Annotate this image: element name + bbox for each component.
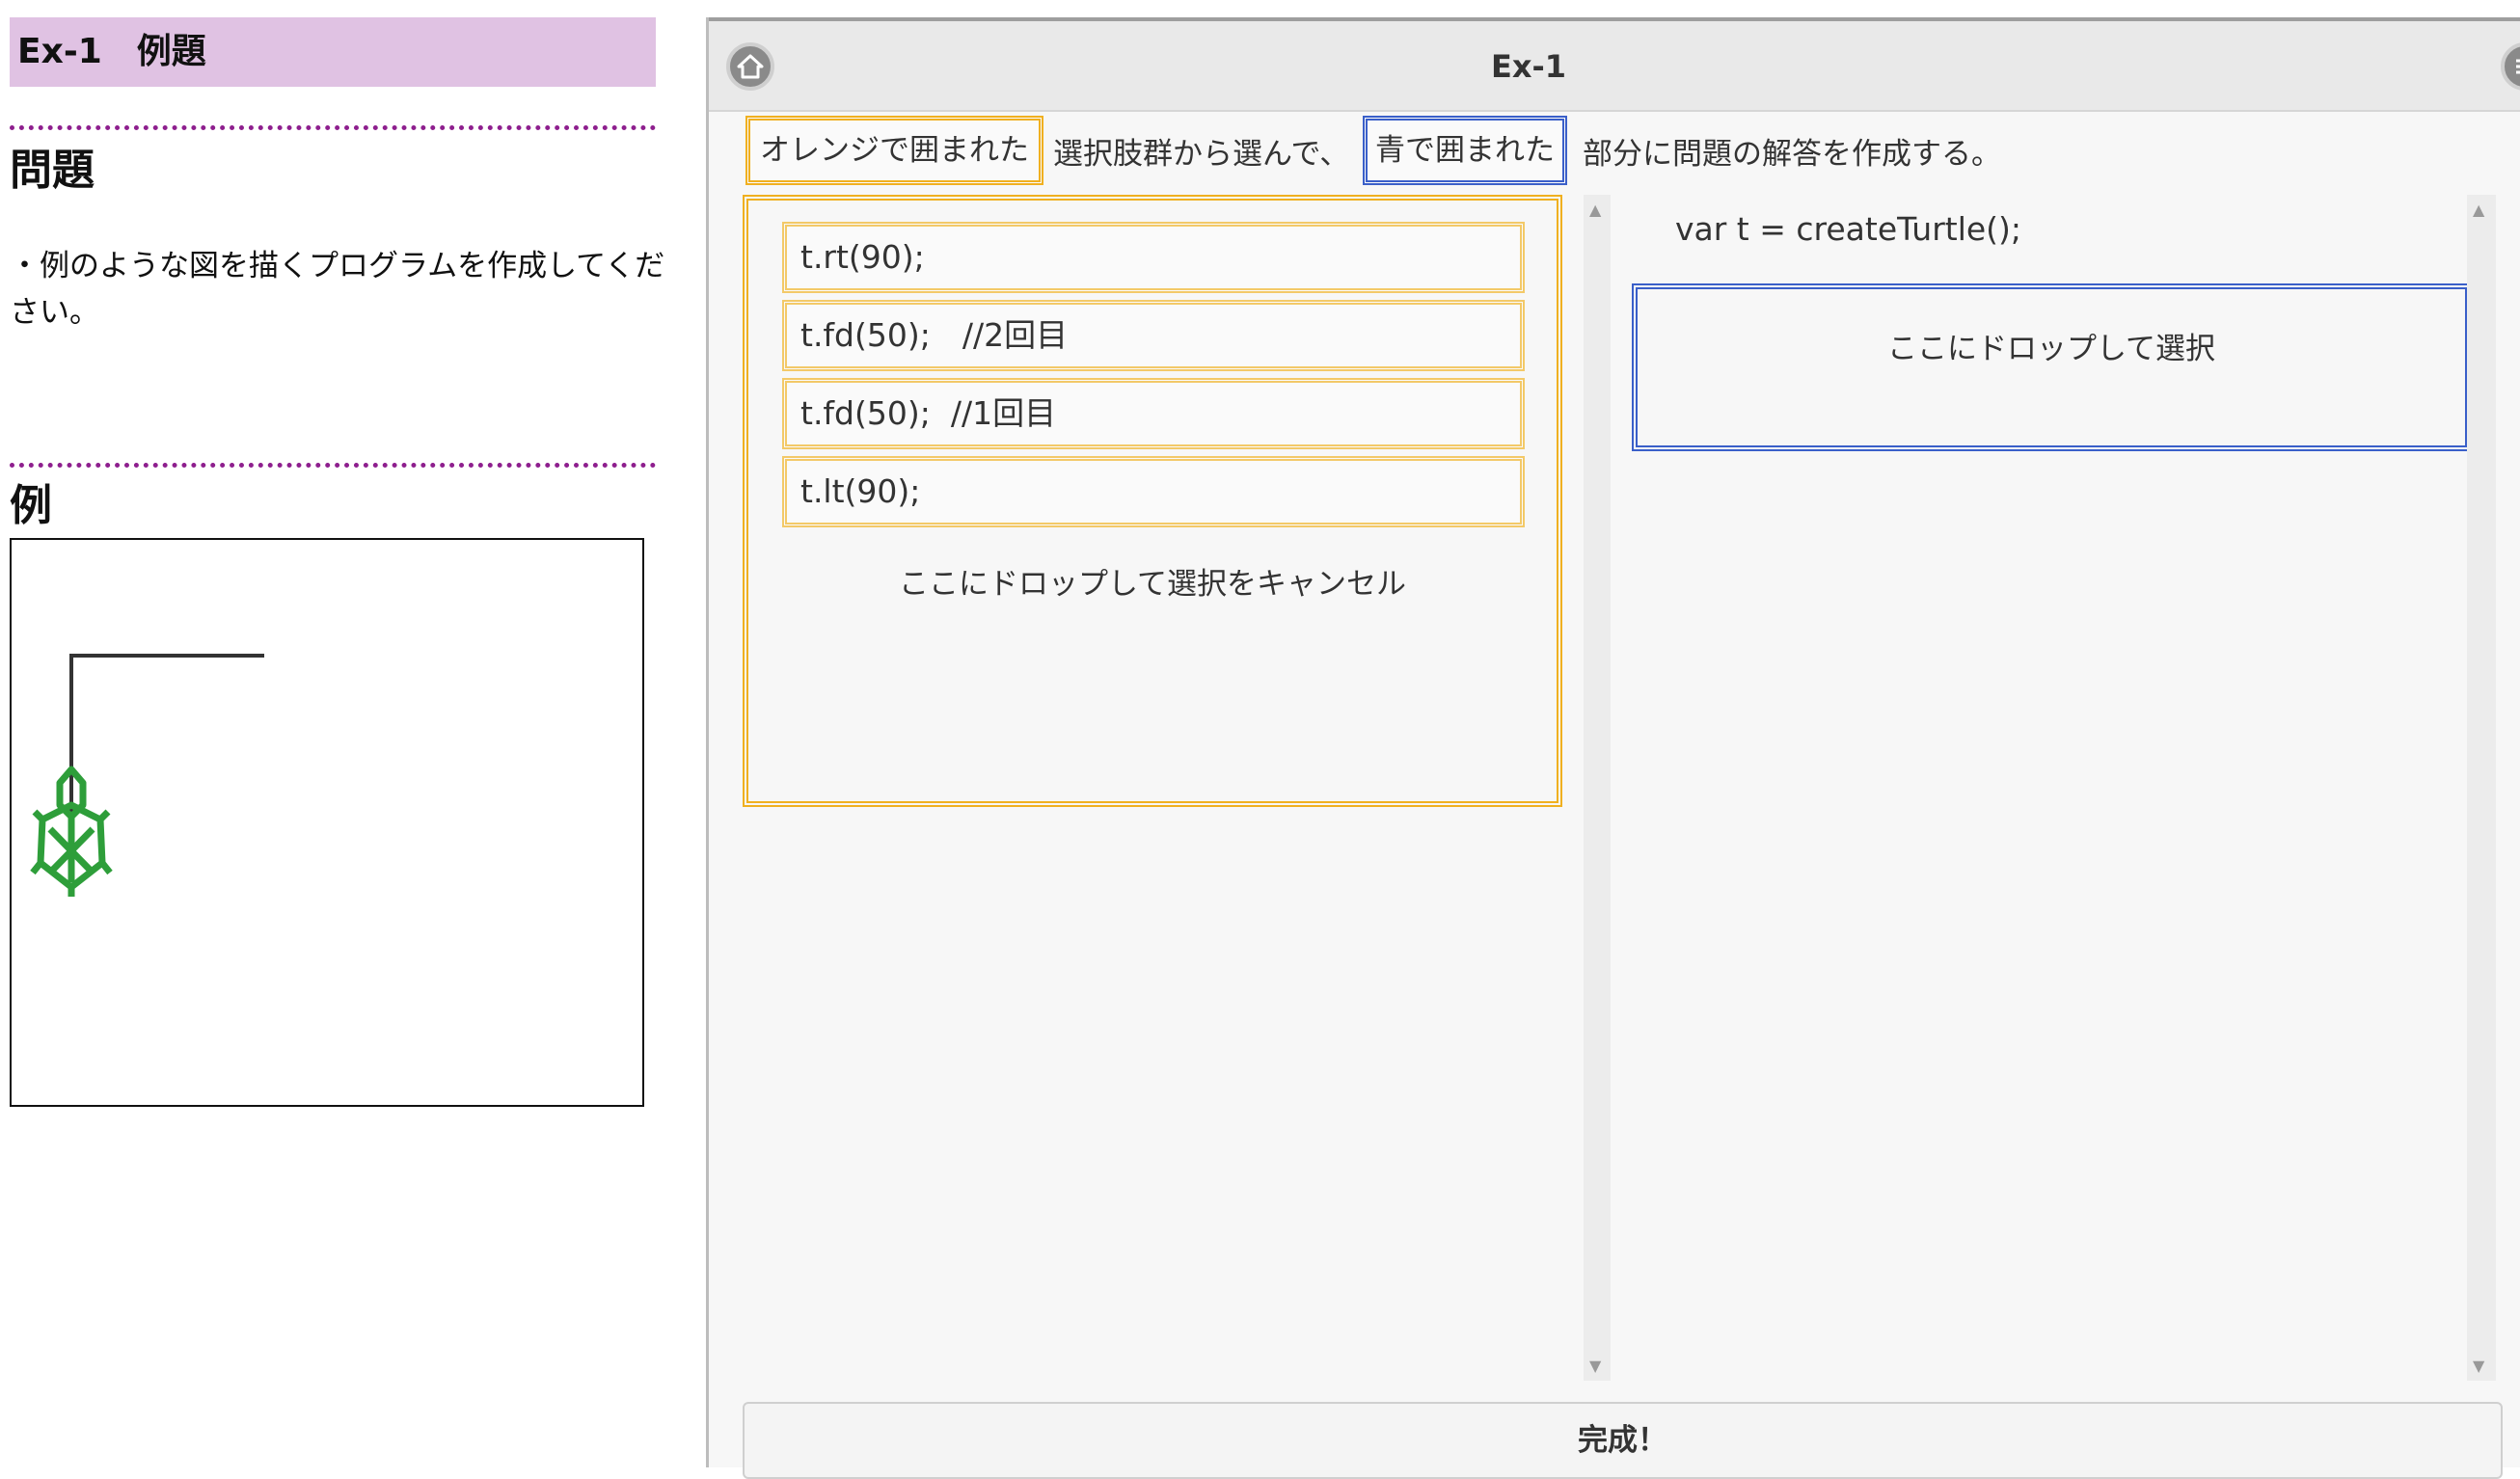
section-divider bbox=[10, 463, 656, 468]
puzzle-app: Ex-1 オレンジで囲まれた 選択肢群から選んで、 青で囲まれた 部分に問題の解… bbox=[709, 17, 2520, 1479]
done-button[interactable]: 完成！ bbox=[743, 1402, 2503, 1479]
choice-block[interactable]: t.fd(50); //2回目 bbox=[782, 300, 1525, 371]
example-heading: 例 bbox=[10, 481, 52, 530]
problem-heading: 問題 bbox=[10, 146, 95, 195]
menu-button[interactable] bbox=[2501, 42, 2520, 91]
instruction-blue-tag: 青で囲まれた bbox=[1363, 116, 1567, 185]
scrollbar-right[interactable]: ▲ ▼ bbox=[2467, 195, 2496, 1381]
choice-block[interactable]: t.rt(90); bbox=[782, 222, 1525, 293]
app-header: Ex-1 bbox=[709, 21, 2520, 112]
instruction-orange-tag: オレンジで囲まれた bbox=[745, 116, 1043, 185]
problem-text: ・例のような図を描くプログラムを作成してください。 bbox=[10, 249, 665, 330]
code-line: var t = createTurtle(); bbox=[1675, 210, 2022, 248]
scrollbar-left[interactable]: ▲ ▼ bbox=[1584, 195, 1611, 1381]
instruction-end-text: 部分に問題の解答を作成する。 bbox=[1583, 137, 2001, 172]
exercise-title: Ex-1 例題 bbox=[10, 17, 656, 87]
drop-label: ここにドロップして選択 bbox=[1886, 332, 2216, 366]
cancel-drop-label: ここにドロップして選択をキャンセル bbox=[898, 567, 1407, 602]
scroll-up-icon[interactable]: ▲ bbox=[2473, 201, 2484, 219]
scroll-down-icon[interactable]: ▼ bbox=[1589, 1357, 1601, 1375]
scroll-up-icon[interactable]: ▲ bbox=[1589, 201, 1601, 219]
choice-block[interactable]: t.lt(90); bbox=[782, 456, 1525, 527]
choices-panel[interactable]: t.rt(90); t.fd(50); //2回目 t.fd(50); //1回… bbox=[743, 195, 1562, 807]
choice-block[interactable]: t.fd(50); //1回目 bbox=[782, 378, 1525, 449]
left-panel: Ex-1 例題 問題 ・例のような図を描くプログラムを作成してください。 例 bbox=[0, 0, 704, 1467]
answer-drop-zone[interactable]: ここにドロップして選択 bbox=[1632, 283, 2471, 451]
scroll-down-icon[interactable]: ▼ bbox=[2473, 1357, 2484, 1375]
menu-icon bbox=[2516, 59, 2520, 74]
app-title: Ex-1 bbox=[1490, 48, 1567, 85]
section-divider bbox=[10, 125, 656, 130]
example-canvas bbox=[10, 538, 644, 1107]
instruction-middle-text: 選択肢群から選んで、 bbox=[1053, 137, 1350, 172]
